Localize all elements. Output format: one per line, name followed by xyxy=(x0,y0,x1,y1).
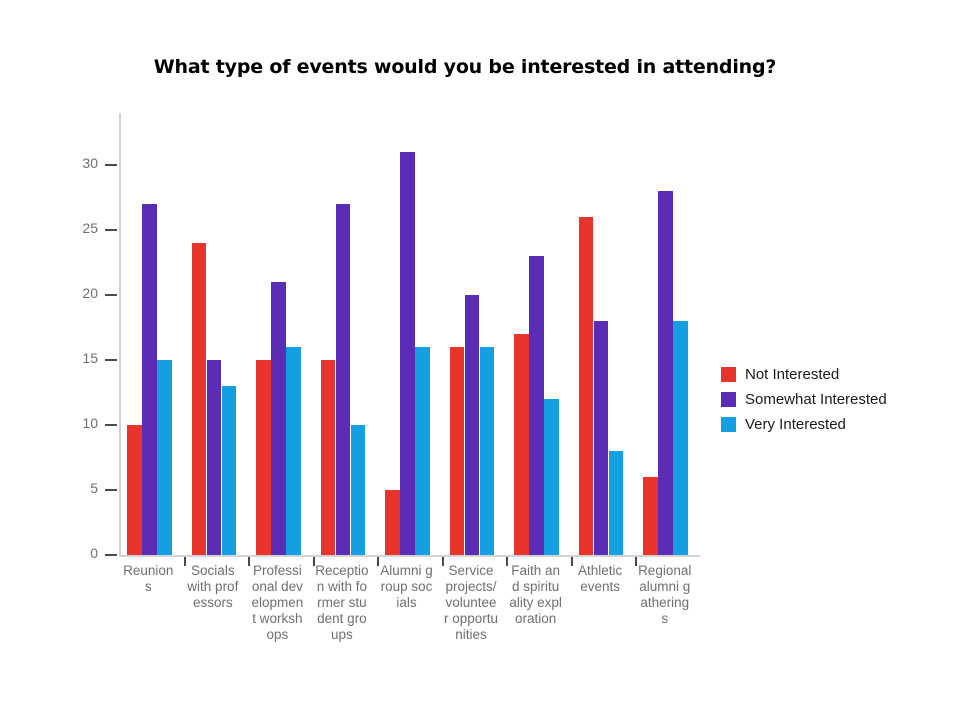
legend-color-swatch xyxy=(721,392,736,407)
y-axis-tick-label: 25 xyxy=(82,220,98,236)
y-axis-tick-label: 15 xyxy=(82,350,98,366)
bar-group xyxy=(320,113,366,555)
legend-item[interactable]: Not Interested xyxy=(721,362,887,387)
bar[interactable] xyxy=(286,347,301,555)
bar-group xyxy=(385,113,430,555)
bar[interactable] xyxy=(464,295,480,555)
bar[interactable] xyxy=(593,321,609,555)
bar[interactable] xyxy=(350,425,366,555)
bar[interactable] xyxy=(127,425,142,555)
bar[interactable] xyxy=(578,217,594,555)
bar[interactable] xyxy=(608,451,624,555)
legend-label: Somewhat Interested xyxy=(745,391,887,408)
y-axis-tick-label: 0 xyxy=(90,545,98,561)
legend-color-swatch xyxy=(721,417,736,432)
x-axis-category-label: Socials with professors xyxy=(187,563,239,610)
bar[interactable] xyxy=(400,152,415,555)
chart-legend: Not Interested Somewhat Interested Very In… xyxy=(721,362,887,437)
bar-group xyxy=(449,113,495,555)
y-axis-tick-mark xyxy=(105,424,117,426)
bar[interactable] xyxy=(529,256,544,555)
x-axis-category-label: Faith and spirituality exploration xyxy=(509,563,562,626)
bar[interactable] xyxy=(643,477,658,555)
bar[interactable] xyxy=(256,360,271,555)
bar[interactable] xyxy=(673,321,688,555)
bar-group xyxy=(256,113,301,555)
legend-item[interactable]: Somewhat Interested xyxy=(721,387,887,412)
bar[interactable] xyxy=(206,360,222,555)
x-axis-category-label: Reception with former student groups xyxy=(315,563,369,642)
bar[interactable] xyxy=(157,360,172,555)
bar-group xyxy=(578,113,624,555)
y-axis-tick-mark xyxy=(105,229,117,231)
y-axis-tick-mark xyxy=(105,359,117,361)
y-axis-tick-mark xyxy=(105,489,117,491)
y-axis-tick-mark xyxy=(105,164,117,166)
chart-title: What type of events would you be interes… xyxy=(153,56,777,78)
bar-group xyxy=(643,113,688,555)
x-axis-line xyxy=(119,555,700,557)
x-axis-category-label: Service projects/volunteer opportunities xyxy=(444,563,499,642)
legend-label: Not Interested xyxy=(745,366,840,383)
legend-color-swatch xyxy=(721,367,736,382)
y-axis-tick-mark xyxy=(105,294,117,296)
bar[interactable] xyxy=(191,243,207,555)
x-axis-category-label: Athletic events xyxy=(578,563,623,594)
bar[interactable] xyxy=(449,347,465,555)
x-axis-category-label: Alumni group socials xyxy=(380,563,433,610)
legend-item[interactable]: Very Interested xyxy=(721,412,887,437)
x-axis-category-label: Regional alumni gatherings xyxy=(638,563,692,626)
x-axis-category-label: Reunions xyxy=(123,563,174,594)
y-axis-tick-mark xyxy=(105,554,117,556)
bar-group xyxy=(127,113,172,555)
bar-group xyxy=(191,113,237,555)
x-axis-category-label: Professional development workshops xyxy=(251,563,304,642)
plot-area xyxy=(119,113,700,555)
bar[interactable] xyxy=(142,204,157,555)
y-axis-tick-label: 10 xyxy=(82,415,98,431)
bar-chart: What type of events would you be interes… xyxy=(0,0,960,720)
bar[interactable] xyxy=(415,347,430,555)
y-axis-tick-label: 5 xyxy=(90,480,98,496)
bar-group xyxy=(514,113,559,555)
bar[interactable] xyxy=(544,399,559,555)
y-axis-tick-label: 30 xyxy=(82,155,98,171)
bar[interactable] xyxy=(271,282,286,555)
bar[interactable] xyxy=(385,490,400,555)
y-axis-tick-label: 20 xyxy=(82,285,98,301)
bar[interactable] xyxy=(221,386,237,555)
bar[interactable] xyxy=(658,191,673,555)
bar[interactable] xyxy=(320,360,336,555)
bar[interactable] xyxy=(514,334,529,555)
bar[interactable] xyxy=(479,347,495,555)
bar[interactable] xyxy=(335,204,351,555)
legend-label: Very Interested xyxy=(745,416,846,433)
